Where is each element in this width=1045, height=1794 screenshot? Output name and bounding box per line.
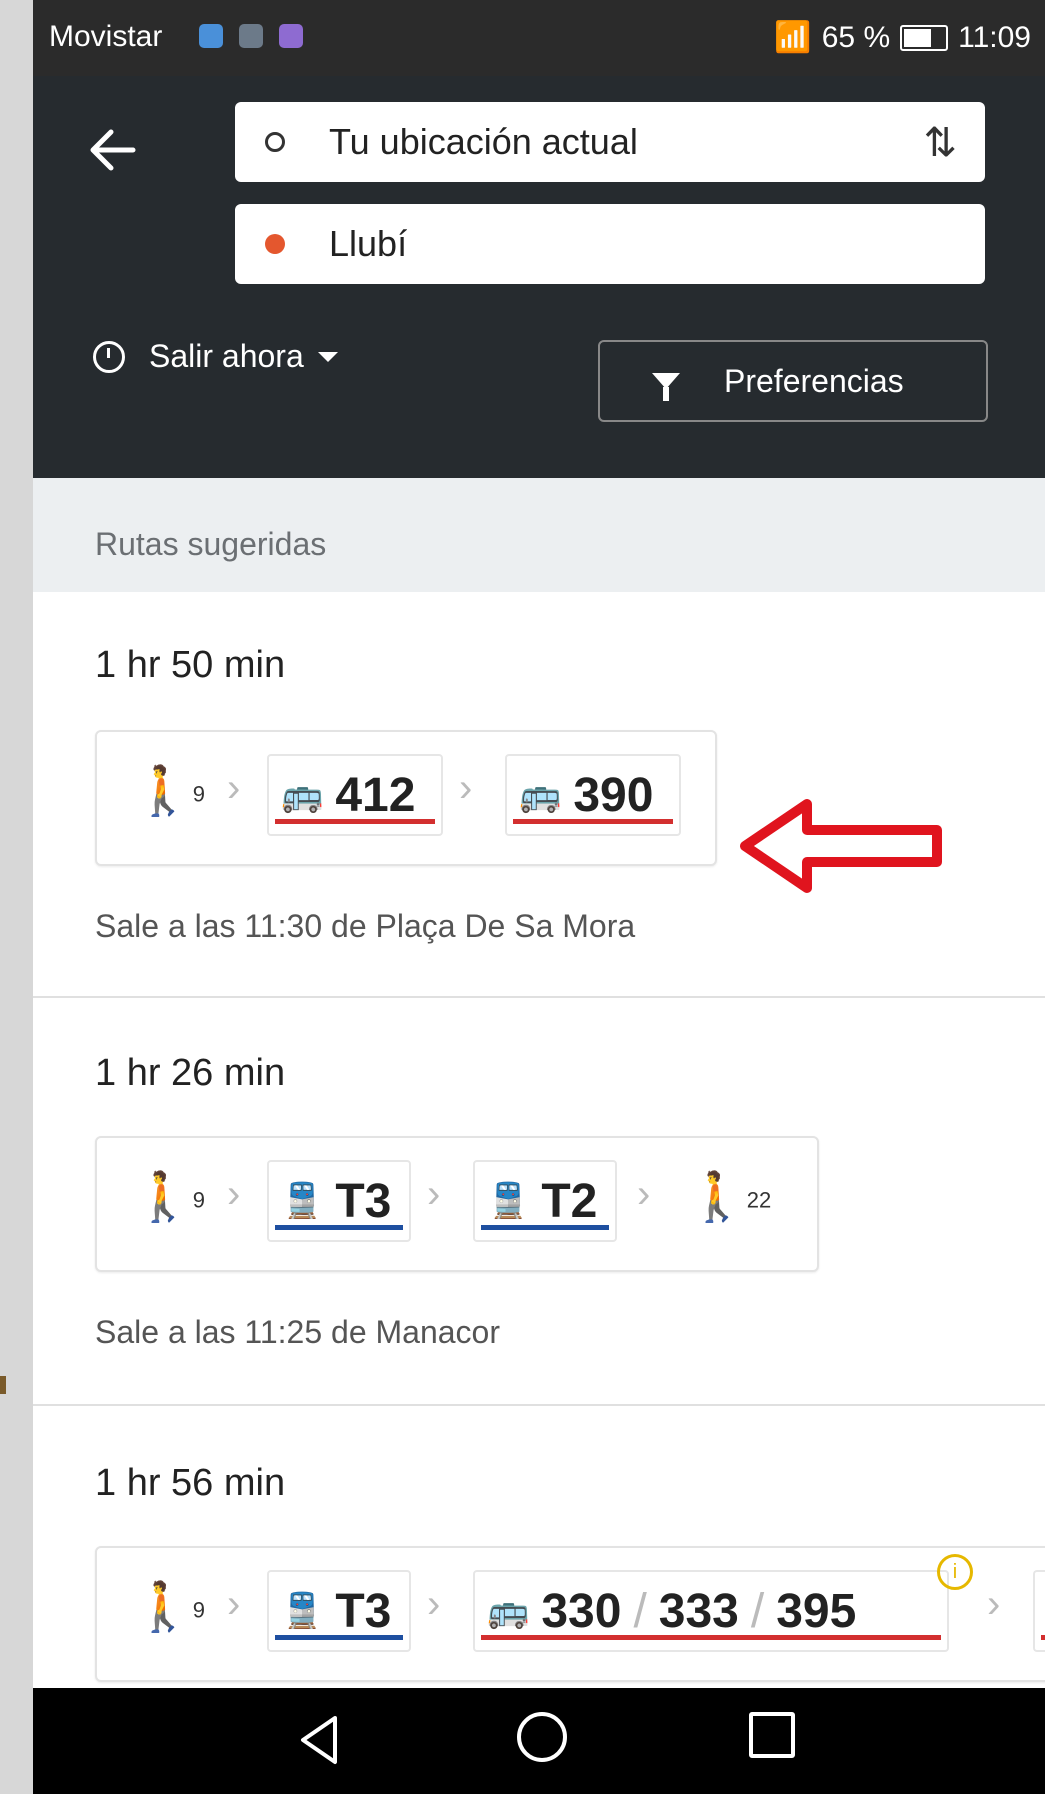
notification-icon bbox=[239, 24, 263, 48]
line-badge-partial bbox=[1033, 1570, 1045, 1652]
line-color-bar bbox=[1041, 1635, 1045, 1640]
divider bbox=[33, 1404, 1045, 1406]
line-color-bar bbox=[481, 1225, 609, 1230]
walk-icon: 🚶9 bbox=[133, 1581, 206, 1634]
chevron-right-icon: › bbox=[987, 1582, 1001, 1626]
back-triangle-icon[interactable] bbox=[295, 1712, 343, 1768]
bus-line-number: 333 bbox=[658, 1584, 739, 1638]
route-option[interactable]: 1 hr 26 min 🚶9 › 🚆 T3 › 🚆 T2 › 🚶22 Sale … bbox=[33, 1000, 1045, 1406]
train-line-number: T2 bbox=[541, 1174, 598, 1228]
chevron-right-icon: › bbox=[427, 1582, 441, 1626]
divider bbox=[33, 996, 1045, 998]
line-color-bar bbox=[275, 819, 435, 824]
origin-circle-icon bbox=[265, 132, 285, 152]
walk-icon: 🚶9 bbox=[133, 1171, 206, 1224]
train-line-number: T3 bbox=[335, 1584, 392, 1638]
route-steps: 🚶9 › 🚆 T3 › 🚆 T2 › 🚶22 bbox=[95, 1136, 819, 1272]
bus-line-badge: 🚌 330 / 333 / 395 bbox=[473, 1570, 949, 1652]
clock-time: 11:09 bbox=[958, 20, 1031, 54]
depart-time-selector[interactable]: Salir ahora bbox=[93, 338, 338, 375]
bus-line-number: 412 bbox=[335, 768, 416, 822]
battery-icon bbox=[900, 24, 949, 51]
route-option[interactable]: 1 hr 50 min 🚶9 › 🚌 412 › 🚌 390 Sale a la… bbox=[33, 592, 1045, 998]
route-duration: 1 hr 50 min bbox=[95, 644, 286, 686]
depart-label: Salir ahora bbox=[149, 338, 304, 374]
status-right: 📶 65 % 11:09 bbox=[774, 20, 1031, 55]
line-separator: / bbox=[633, 1584, 647, 1638]
chevron-right-icon: › bbox=[427, 1172, 441, 1216]
route-duration: 1 hr 56 min bbox=[95, 1462, 286, 1504]
battery-percent: 65 % bbox=[821, 20, 891, 54]
wifi-icon: 📶 bbox=[774, 21, 812, 54]
phone-screen: Movistar 📶 65 % 11:09 Tu ubicación actua… bbox=[33, 0, 1045, 1794]
walk-icon: 🚶22 bbox=[687, 1171, 772, 1224]
preferences-label: Preferencias bbox=[724, 362, 904, 399]
chevron-right-icon: › bbox=[227, 766, 241, 810]
swap-icon[interactable]: ⇅ bbox=[923, 120, 957, 166]
bus-line-number: 330 bbox=[541, 1584, 622, 1638]
filter-icon bbox=[652, 373, 680, 401]
departure-info: Sale a las 11:30 de Plaça De Sa Mora bbox=[95, 908, 636, 944]
destination-dot-icon bbox=[265, 234, 285, 254]
bus-line-badge: 🚌 390 bbox=[505, 754, 681, 836]
search-header: Tu ubicación actual ⇅ Llubí Salir ahora … bbox=[33, 76, 1045, 478]
chevron-right-icon: › bbox=[227, 1172, 241, 1216]
destination-text: Llubí bbox=[329, 223, 408, 264]
route-option[interactable]: 1 hr 56 min 🚶9 › 🚆 T3 › 🚌 330 / 333 / 39… bbox=[33, 1408, 1045, 1688]
route-steps: 🚶9 › 🚆 T3 › 🚌 330 / 333 / 395 i › bbox=[95, 1546, 1045, 1682]
line-separator: / bbox=[750, 1584, 765, 1638]
walk-minutes: 9 bbox=[192, 1187, 206, 1213]
left-edge-mark bbox=[0, 1376, 6, 1394]
line-color-bar bbox=[275, 1225, 403, 1230]
back-arrow-icon[interactable] bbox=[81, 118, 145, 182]
suggested-routes-header: Rutas sugeridas bbox=[33, 478, 1045, 592]
bus-icon: 🚌 bbox=[519, 776, 562, 814]
chevron-right-icon: › bbox=[459, 766, 473, 810]
origin-text: Tu ubicación actual bbox=[329, 121, 638, 162]
bus-icon: 🚌 bbox=[281, 776, 324, 814]
bus-icon: 🚌 bbox=[487, 1592, 530, 1630]
notification-icon bbox=[279, 24, 303, 48]
home-circle-icon[interactable] bbox=[517, 1712, 567, 1762]
bus-line-number: 390 bbox=[573, 768, 654, 822]
section-title: Rutas sugeridas bbox=[95, 526, 327, 562]
route-duration: 1 hr 26 min bbox=[95, 1052, 286, 1094]
walk-minutes: 9 bbox=[192, 1597, 206, 1623]
info-alert-icon[interactable]: i bbox=[937, 1554, 973, 1590]
notification-icon bbox=[199, 24, 223, 48]
line-color-bar bbox=[481, 1635, 941, 1640]
train-line-badge: 🚆 T3 bbox=[267, 1160, 411, 1242]
clock-icon bbox=[93, 340, 125, 373]
status-bar: Movistar 📶 65 % 11:09 bbox=[33, 0, 1045, 76]
bus-line-number: 395 bbox=[776, 1584, 857, 1638]
line-color-bar bbox=[513, 819, 673, 824]
walk-minutes: 22 bbox=[746, 1187, 772, 1213]
train-line-number: T3 bbox=[335, 1174, 392, 1228]
red-arrow-annotation bbox=[740, 799, 942, 893]
walk-icon: 🚶9 bbox=[133, 765, 206, 818]
train-icon: 🚆 bbox=[281, 1182, 324, 1220]
dropdown-caret-icon bbox=[317, 351, 338, 362]
destination-field[interactable]: Llubí bbox=[235, 204, 985, 284]
train-line-badge: 🚆 T2 bbox=[473, 1160, 617, 1242]
departure-info: Sale a las 11:25 de Manacor bbox=[95, 1314, 500, 1350]
train-icon: 🚆 bbox=[487, 1182, 530, 1220]
route-steps: 🚶9 › 🚌 412 › 🚌 390 bbox=[95, 730, 717, 866]
chevron-right-icon: › bbox=[637, 1172, 651, 1216]
bus-line-badge: 🚌 412 bbox=[267, 754, 443, 836]
chevron-right-icon: › bbox=[227, 1582, 241, 1626]
walk-minutes: 9 bbox=[192, 781, 206, 807]
train-line-badge: 🚆 T3 bbox=[267, 1570, 411, 1652]
carrier-name: Movistar bbox=[49, 20, 163, 53]
android-nav-bar bbox=[33, 1688, 1045, 1794]
train-icon: 🚆 bbox=[281, 1592, 324, 1630]
origin-field[interactable]: Tu ubicación actual ⇅ bbox=[235, 102, 985, 182]
line-color-bar bbox=[275, 1635, 403, 1640]
preferences-button[interactable]: Preferencias bbox=[598, 340, 988, 422]
recents-square-icon[interactable] bbox=[749, 1712, 795, 1758]
